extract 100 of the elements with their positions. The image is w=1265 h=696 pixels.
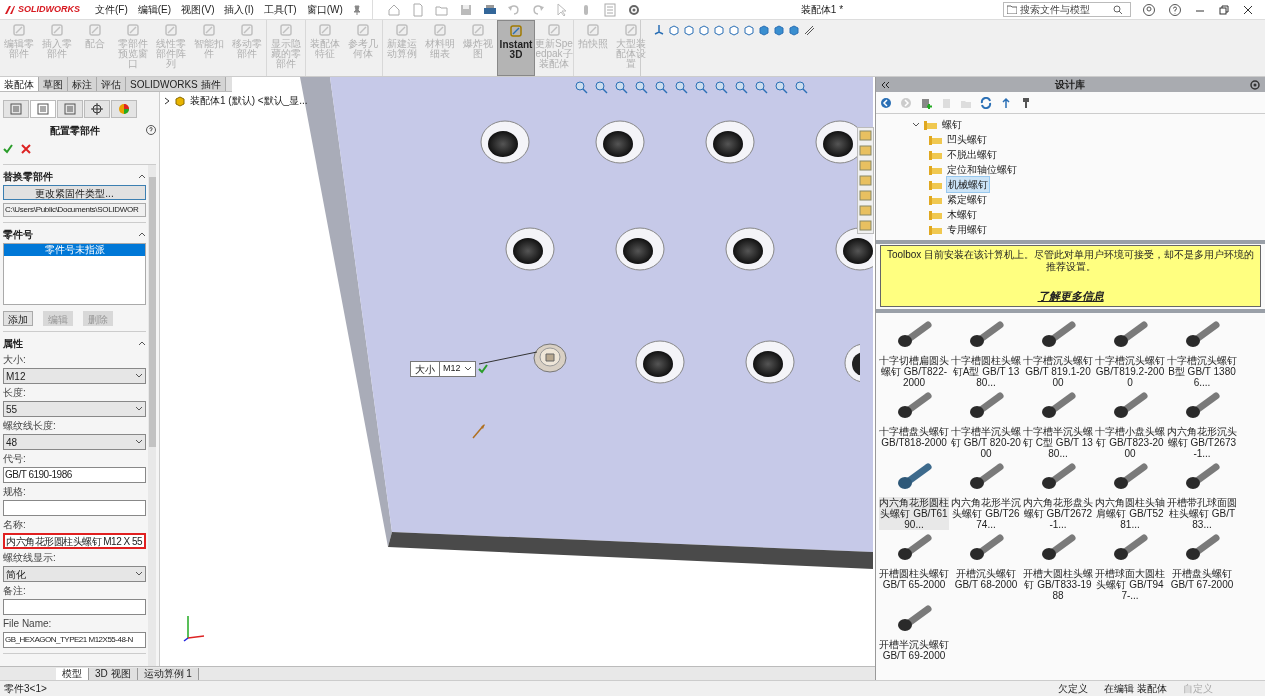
- tree-item[interactable]: 机械螺钉: [946, 176, 990, 193]
- library-item[interactable]: 十字槽盘头螺钉 GB/T818-2000: [879, 426, 949, 448]
- library-item[interactable]: 开槽半沉头螺钉 GB/T 69-2000: [879, 639, 949, 661]
- tree-item[interactable]: 装配体1 (默认) <默认_显...: [190, 93, 308, 108]
- help-icon[interactable]: [146, 125, 156, 135]
- cube-view-icon[interactable]: [758, 24, 770, 36]
- library-item[interactable]: 开槽沉头螺钉 GB/T 68-2000: [951, 568, 1021, 590]
- library-item[interactable]: 内六角圆柱头轴肩螺钉 GB/T5281...: [1095, 497, 1165, 530]
- command-tab[interactable]: SOLIDWORKS 插件: [126, 77, 226, 91]
- text-field[interactable]: GB_HEXAGON_TYPE21 M12X55-48-N: [3, 632, 146, 648]
- collapse-icon[interactable]: [138, 231, 146, 237]
- change-type-button[interactable]: 更改紧固件类型...: [3, 185, 146, 200]
- library-item[interactable]: 十字槽沉头螺钉 GB/T 819.1-2000: [1023, 355, 1093, 388]
- library-item[interactable]: 十字槽圆柱头螺钉A型 GB/T 1380...: [951, 355, 1021, 388]
- zoom-to-fit-icon[interactable]: [574, 80, 588, 94]
- list-action-button[interactable]: 添加: [3, 311, 33, 326]
- part-number-list[interactable]: 零件号未指派: [3, 243, 146, 305]
- cube-view-icon[interactable]: [683, 24, 695, 36]
- redo-icon[interactable]: [530, 2, 545, 17]
- library-item[interactable]: 十字槽沉头螺钉 B型 GB/T 13806....: [1167, 355, 1237, 388]
- library-item[interactable]: 开槽盘头螺钉 GB/T 67-2000: [1167, 568, 1237, 590]
- library-item[interactable]: 开槽大圆柱头螺钉 GB/T833-1988: [1023, 568, 1093, 601]
- dropdown[interactable]: 48: [3, 434, 146, 450]
- size-dropdown[interactable]: M12: [440, 362, 475, 376]
- library-item[interactable]: 开槽带孔球面圆柱头螺钉 GB/T 83...: [1167, 497, 1237, 530]
- tree-item[interactable]: 凹头螺钉: [946, 132, 988, 147]
- library-item[interactable]: 十字槽沉头螺钉 GB/T819.2-2000: [1095, 355, 1165, 388]
- close-icon[interactable]: [1243, 4, 1253, 15]
- settings-icon[interactable]: [626, 2, 641, 17]
- print-icon[interactable]: [482, 2, 497, 17]
- zoom-area-icon[interactable]: [614, 80, 628, 94]
- undo-icon[interactable]: [506, 2, 521, 17]
- library-item[interactable]: 十字槽半沉头螺钉 C型 GB/T 1380...: [1023, 426, 1093, 459]
- back-icon[interactable]: [880, 96, 892, 109]
- path-field[interactable]: C:\Users\Public\Documents\SOLIDWOR: [3, 203, 146, 217]
- command-tab[interactable]: 评估: [97, 77, 126, 91]
- cube-view-icon[interactable]: [698, 24, 710, 36]
- save-icon[interactable]: [458, 2, 473, 17]
- library-item[interactable]: 开槽球面大圆柱头螺钉 GB/T947-...: [1095, 568, 1165, 601]
- command-tab[interactable]: 装配体: [0, 77, 39, 91]
- library-item[interactable]: 十字切槽扁圆头螺钉 GB/T822-2000: [879, 355, 949, 388]
- search-field[interactable]: 搜索文件与模型: [1003, 2, 1131, 17]
- library-item[interactable]: 十字槽小盘头螺钉 GB/T823-2000: [1095, 426, 1165, 459]
- tree-item[interactable]: 专用螺钉: [946, 222, 988, 237]
- library-item[interactable]: 开槽圆柱头螺钉 GB/T 65-2000: [879, 568, 949, 590]
- zoom-icon[interactable]: [594, 80, 608, 94]
- tree-item[interactable]: 螺钉: [941, 117, 963, 132]
- collapse-icon[interactable]: [138, 340, 146, 346]
- chevron-down-icon[interactable]: [912, 121, 920, 128]
- scrollbar[interactable]: [148, 165, 156, 666]
- list-item[interactable]: 零件号未指派: [4, 244, 145, 256]
- library-item[interactable]: 内六角花形圆柱头螺钉 GB/T6190...: [879, 497, 949, 530]
- dropdown[interactable]: 55: [3, 401, 146, 417]
- text-field[interactable]: GB/T 6190-1986: [3, 467, 146, 483]
- pin-icon[interactable]: [351, 4, 362, 15]
- up-arrow-icon[interactable]: [1000, 96, 1012, 109]
- tree-item[interactable]: 定位和轴位螺钉: [946, 162, 1018, 177]
- cube-view-icon[interactable]: [788, 24, 800, 36]
- toolbox-icon[interactable]: [1020, 96, 1032, 109]
- bottom-tab[interactable]: 运动算例 1: [137, 667, 199, 680]
- search-icon[interactable]: [1113, 4, 1123, 15]
- tree-item[interactable]: 紧定螺钉: [946, 192, 988, 207]
- library-item[interactable]: 十字槽半沉头螺钉 GB/T 820-2000: [951, 426, 1021, 459]
- command-tab[interactable]: 草图: [39, 77, 68, 91]
- menu-item[interactable]: 插入(I): [219, 2, 259, 17]
- crosshair-icon[interactable]: [91, 103, 103, 115]
- text-field[interactable]: [3, 500, 146, 516]
- bottom-tab[interactable]: 模型: [56, 667, 89, 680]
- bottom-tab[interactable]: 3D 视图: [89, 667, 138, 680]
- library-item[interactable]: 内六角花形沉头螺钉 GB/T2673-1...: [1167, 426, 1237, 459]
- dropdown[interactable]: 简化: [3, 566, 146, 582]
- restore-icon[interactable]: [1219, 4, 1229, 15]
- cube-view-icon[interactable]: [713, 24, 725, 36]
- menu-item[interactable]: 工具(T): [258, 2, 302, 17]
- tree-item[interactable]: 不脱出螺钉: [946, 147, 998, 162]
- check-icon[interactable]: [3, 144, 13, 154]
- check-icon[interactable]: [477, 364, 488, 374]
- library-item[interactable]: 内六角花形半沉头螺钉 GB/T2674...: [951, 497, 1021, 530]
- cube-view-icon[interactable]: [743, 24, 755, 36]
- learn-more-link[interactable]: 了解更多信息: [1037, 287, 1104, 304]
- dropdown[interactable]: M12: [3, 368, 146, 384]
- library-item[interactable]: 内六角花形盘头螺钉 GB/T2672-1...: [1023, 497, 1093, 530]
- collapse-panel-icon[interactable]: [880, 80, 890, 89]
- add-library-icon[interactable]: [920, 96, 932, 109]
- collapse-icon[interactable]: [138, 173, 146, 179]
- menu-item[interactable]: 编辑(E): [132, 2, 177, 17]
- cube-view-icon[interactable]: [728, 24, 740, 36]
- command-tab[interactable]: 标注: [68, 77, 97, 91]
- menu-item[interactable]: 文件(F): [90, 2, 133, 17]
- menu-item[interactable]: 视图(V): [176, 2, 220, 17]
- tree-item[interactable]: 木螺钉: [946, 207, 978, 222]
- menu-item[interactable]: 窗口(W): [301, 2, 348, 17]
- text-field[interactable]: 内六角花形圆柱头螺钉 M12 X 55: [3, 533, 146, 549]
- help-icon[interactable]: [1169, 3, 1181, 16]
- cube-view-icon[interactable]: [773, 24, 785, 36]
- view-orientation-icon[interactable]: [653, 24, 665, 36]
- text-field[interactable]: [3, 599, 146, 615]
- settings-icon[interactable]: [1249, 78, 1261, 91]
- palette-icon[interactable]: [118, 103, 130, 115]
- user-icon[interactable]: [1143, 3, 1155, 16]
